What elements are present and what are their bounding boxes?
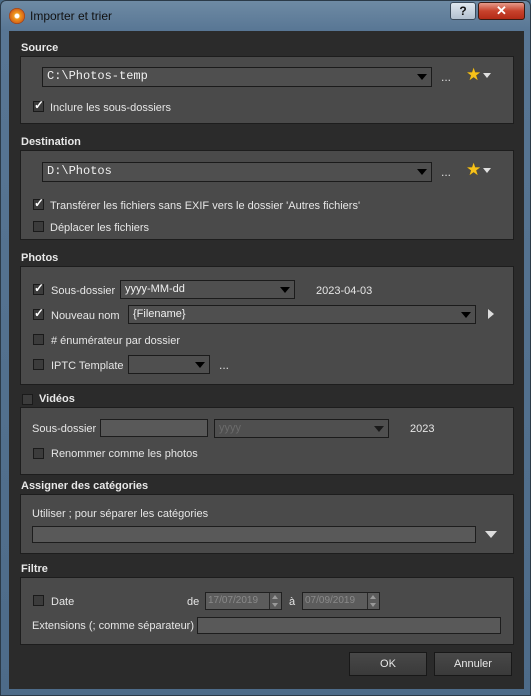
rename-options-arrow-icon[interactable] — [488, 309, 494, 319]
spin-arrows-icon[interactable] — [367, 593, 379, 609]
destination-browse-button[interactable]: ... — [441, 165, 451, 179]
filter-date-label: Date — [51, 596, 75, 608]
videos-format-value: yyyy — [219, 422, 241, 434]
filter-to-label: à — [289, 596, 296, 608]
categories-input[interactable] — [32, 526, 476, 543]
categories-section-title: Assigner des catégories — [21, 480, 149, 492]
filter-from-date-value: 17/07/2019 — [208, 595, 259, 606]
photos-group: Sous-dossier yyyy-MM-dd 2023-04-03 Nouve… — [20, 266, 514, 385]
categories-hint: Utiliser ; pour séparer les catégories — [32, 508, 209, 520]
chevron-down-icon — [417, 169, 427, 175]
chevron-down-icon — [280, 287, 290, 293]
videos-group: Sous-dossier yyyy 2023 Renommer comme le… — [20, 407, 514, 475]
chevron-down-icon — [417, 74, 427, 80]
favorites-dropdown-arrow-icon[interactable] — [483, 73, 491, 78]
destination-section-title: Destination — [21, 136, 81, 148]
photos-subfolder-label: Sous-dossier — [51, 285, 116, 297]
photos-iptc-checkbox[interactable] — [33, 359, 44, 370]
videos-rename-like-photos-checkbox[interactable] — [33, 448, 44, 459]
videos-subfolder-label: Sous-dossier — [32, 423, 97, 435]
ok-button[interactable]: OK — [349, 652, 427, 676]
photos-rename-pattern-value: {Filename} — [133, 308, 186, 320]
move-files-checkbox[interactable] — [33, 221, 44, 232]
source-group: C:\Photos-temp ... ★ Inclure les sous-do… — [20, 56, 514, 124]
import-dialog-window: Importer et trier ? ✕ Source C:\Photos-t… — [0, 0, 531, 696]
include-subfolders-label: Inclure les sous-dossiers — [50, 102, 172, 114]
cancel-button[interactable]: Annuler — [434, 652, 512, 676]
window-title: Importer et trier — [30, 9, 113, 23]
dialog-client-area: Source C:\Photos-temp ... ★ Inclure les … — [9, 31, 524, 689]
filter-extensions-label: Extensions (; comme séparateur) — [32, 620, 195, 632]
photos-rename-pattern-combo[interactable]: {Filename} — [128, 305, 476, 324]
filter-extensions-input[interactable] — [197, 617, 501, 634]
title-bar[interactable]: Importer et trier ? ✕ — [1, 1, 531, 31]
photos-subfolder-format-value: yyyy-MM-dd — [125, 283, 185, 295]
spin-arrows-icon[interactable] — [269, 593, 281, 609]
destination-folder-value: D:\Photos — [47, 164, 112, 178]
photos-enumerator-checkbox[interactable] — [33, 334, 44, 345]
source-folder-value: C:\Photos-temp — [47, 69, 148, 83]
move-files-label: Déplacer les fichiers — [50, 222, 150, 234]
photos-iptc-browse-button[interactable]: ... — [219, 358, 229, 372]
videos-format-combo[interactable]: yyyy — [214, 419, 389, 438]
photos-subfolder-format-combo[interactable]: yyyy-MM-dd — [120, 280, 295, 299]
photos-enumerator-label: # énumérateur par dossier — [51, 335, 181, 347]
filter-group: Date de 17/07/2019 à 07/09/2019 Extensio… — [20, 577, 514, 645]
categories-group: Utiliser ; pour séparer les catégories — [20, 494, 514, 554]
filter-to-date-picker[interactable]: 07/09/2019 — [302, 592, 380, 610]
photos-subfolder-preview: 2023-04-03 — [316, 285, 373, 297]
favorites-star-icon[interactable]: ★ — [466, 161, 481, 178]
photos-section-title: Photos — [21, 252, 59, 264]
favorites-dropdown-arrow-icon[interactable] — [483, 168, 491, 173]
videos-subfolder-preview: 2023 — [410, 423, 435, 435]
filter-from-label: de — [187, 596, 200, 608]
photos-iptc-label: IPTC Template — [51, 360, 124, 372]
filter-from-date-picker[interactable]: 17/07/2019 — [205, 592, 282, 610]
videos-enable-checkbox[interactable] — [22, 394, 33, 405]
source-section-title: Source — [21, 42, 59, 54]
close-button[interactable]: ✕ — [478, 2, 525, 20]
destination-group: D:\Photos ... ★ Transférer les fichiers … — [20, 150, 514, 240]
photos-rename-checkbox[interactable] — [33, 306, 44, 320]
source-folder-combo[interactable]: C:\Photos-temp — [42, 67, 432, 87]
transfer-no-exif-label: Transférer les fichiers sans EXIF vers l… — [50, 200, 361, 212]
photos-subfolder-checkbox[interactable] — [33, 281, 44, 295]
chevron-down-icon — [374, 426, 384, 432]
favorites-star-icon[interactable]: ★ — [466, 66, 481, 83]
categories-dropdown-arrow-icon[interactable] — [485, 531, 497, 538]
videos-section-title: Vidéos — [39, 393, 75, 405]
chevron-down-icon — [461, 312, 471, 318]
help-button[interactable]: ? — [450, 2, 476, 20]
photos-rename-label: Nouveau nom — [51, 310, 120, 322]
filter-to-date-value: 07/09/2019 — [305, 595, 356, 606]
photos-iptc-template-combo[interactable] — [128, 355, 210, 374]
filter-section-title: Filtre — [21, 563, 48, 575]
transfer-no-exif-checkbox[interactable] — [33, 196, 44, 210]
videos-rename-like-photos-label: Renommer comme les photos — [51, 448, 198, 460]
app-logo-icon — [9, 8, 25, 24]
destination-folder-combo[interactable]: D:\Photos — [42, 162, 432, 182]
videos-subfolder-input[interactable] — [100, 419, 208, 437]
chevron-down-icon — [195, 362, 205, 368]
source-browse-button[interactable]: ... — [441, 70, 451, 84]
filter-date-checkbox[interactable] — [33, 595, 44, 606]
include-subfolders-checkbox[interactable] — [33, 98, 44, 112]
